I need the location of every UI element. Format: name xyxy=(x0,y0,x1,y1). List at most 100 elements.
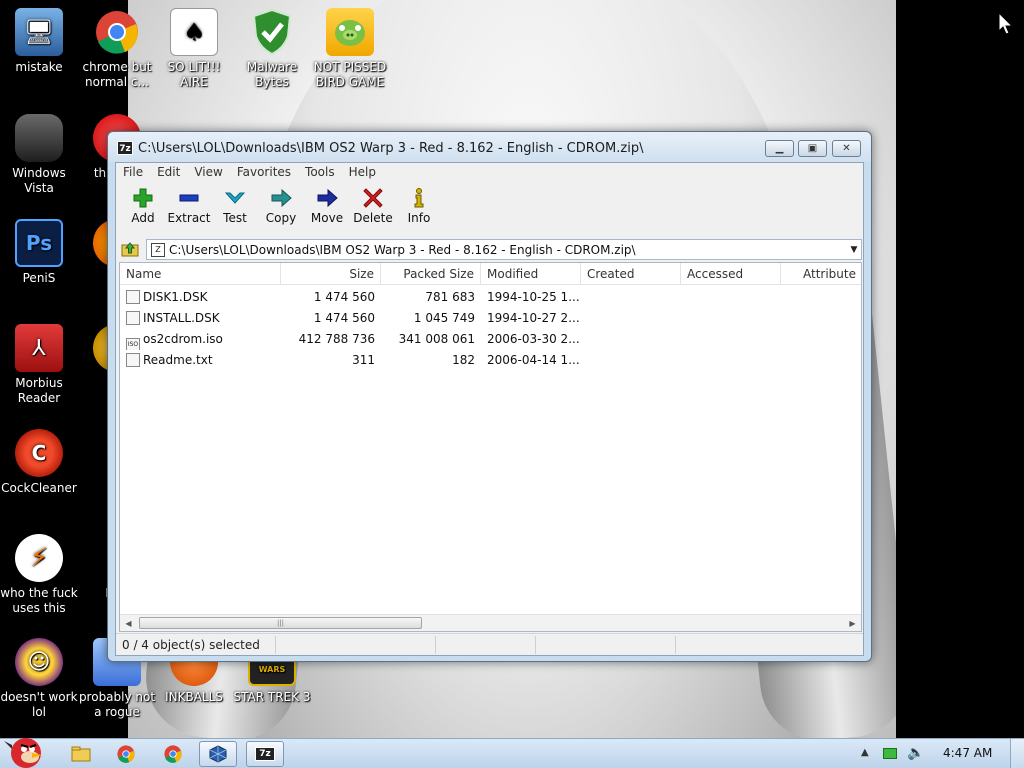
black-strip xyxy=(896,0,1024,738)
taskbar-explorer[interactable] xyxy=(62,741,100,767)
chrome-icon xyxy=(164,745,182,763)
scrollbar-thumb[interactable]: ||| xyxy=(139,617,422,629)
column-modified[interactable]: Modified xyxy=(481,263,581,285)
close-icon: ✕ xyxy=(842,143,851,154)
volume-icon[interactable]: 🔈 xyxy=(907,745,924,761)
address-combobox[interactable]: Z C:\Users\LOL\Downloads\IBM OS2 Warp 3 … xyxy=(146,239,862,260)
add-button[interactable]: Add xyxy=(120,183,166,233)
angry-bird-icon xyxy=(4,738,42,768)
delete-icon xyxy=(363,188,383,208)
move-icon xyxy=(317,188,338,208)
column-header: Name Size Packed Size Modified Created A… xyxy=(120,263,861,285)
desktop-icon-penis[interactable]: Ps PeniS xyxy=(0,219,78,286)
desktop-icon-windows-vista[interactable]: Windows Vista xyxy=(0,114,78,196)
test-button[interactable]: Test xyxy=(212,183,258,233)
up-folder-button[interactable] xyxy=(119,239,141,259)
toolbar: Add Extract Test Copy Move Delete Info xyxy=(116,183,863,235)
desktop-icon-doesnt-work[interactable]: ☺ doesn't work lol xyxy=(0,638,78,720)
scroll-left-icon[interactable]: ◀ xyxy=(120,615,137,631)
close-button[interactable]: ✕ xyxy=(832,140,861,157)
desktop-icon-morbius-reader[interactable]: ⅄ Morbius Reader xyxy=(0,324,78,406)
menu-file[interactable]: File xyxy=(116,163,150,181)
desktop: 🖥 mistake Windows Vista Ps PeniS ⅄ Morbi… xyxy=(0,0,1024,738)
ccleaner-icon: C xyxy=(15,429,63,477)
desktop-icon-mistake[interactable]: 🖥 mistake xyxy=(0,8,78,75)
column-accessed[interactable]: Accessed xyxy=(681,263,781,285)
menu-favorites[interactable]: Favorites xyxy=(230,163,298,181)
file-size: 311 xyxy=(352,353,375,367)
7zip-window[interactable]: 7z C:\Users\LOL\Downloads\IBM OS2 Warp 3… xyxy=(107,131,872,662)
column-name[interactable]: Name xyxy=(120,263,281,285)
desktop-icon-pissed-bird-game[interactable]: NOT PISSED BIRD GAME xyxy=(311,8,389,90)
column-packed-size[interactable]: Packed Size xyxy=(381,263,481,285)
menu-tools[interactable]: Tools xyxy=(298,163,342,181)
file-packed-size: 1 045 749 xyxy=(413,311,475,325)
taskbar-7zip[interactable]: 7z xyxy=(246,741,284,767)
clock[interactable]: 4:47 AM xyxy=(943,746,992,760)
lightning-icon: ⚡ xyxy=(15,534,63,582)
file-row[interactable]: DISK1.DSK 1 474 560 781 683 1994-10-25 1… xyxy=(120,287,861,308)
show-desktop-button[interactable] xyxy=(1010,739,1024,768)
info-icon xyxy=(414,188,424,208)
start-button[interactable] xyxy=(2,731,48,768)
file-packed-size: 182 xyxy=(452,353,475,367)
move-button[interactable]: Move xyxy=(304,183,350,233)
7zip-taskbar-icon: 7z xyxy=(255,747,275,761)
taskbar-virtualbox[interactable] xyxy=(199,741,237,767)
folder-up-icon xyxy=(121,242,139,257)
menu-help[interactable]: Help xyxy=(342,163,383,181)
menu-edit[interactable]: Edit xyxy=(150,163,187,181)
column-size[interactable]: Size xyxy=(281,263,381,285)
desktop-icon-chrome[interactable]: chrome but normal c... xyxy=(78,8,156,90)
taskbar-chrome-2[interactable] xyxy=(154,741,192,767)
pdf-reader-icon: ⅄ xyxy=(15,324,63,372)
mouse-cursor-icon xyxy=(998,12,1014,35)
desktop-icon-malware-bytes[interactable]: Malware Bytes xyxy=(233,8,311,90)
shield-check-icon xyxy=(248,8,296,56)
info-button[interactable]: Info xyxy=(396,183,442,233)
column-created[interactable]: Created xyxy=(581,263,681,285)
delete-button[interactable]: Delete xyxy=(350,183,396,233)
desktop-icon-so-lit[interactable]: ♠ SO LIT!!! AIRE xyxy=(155,8,233,90)
status-cell-4 xyxy=(536,636,676,654)
file-size: 412 788 736 xyxy=(298,332,375,346)
text-file-icon xyxy=(126,353,140,367)
dropdown-arrow-icon[interactable]: ▼ xyxy=(847,245,861,255)
add-icon xyxy=(133,188,153,208)
file-packed-size: 781 683 xyxy=(425,290,475,304)
file-row[interactable]: INSTALL.DSK 1 474 560 1 045 749 1994-10-… xyxy=(120,308,861,329)
7zip-app-icon[interactable]: 7z xyxy=(117,141,133,155)
desktop-icon-cockcleaner[interactable]: C CockCleaner xyxy=(0,429,78,496)
taskbar-chrome[interactable] xyxy=(107,741,145,767)
column-attributes[interactable]: Attribute xyxy=(781,263,861,285)
status-bar: 0 / 4 object(s) selected xyxy=(116,633,863,655)
window-client: File Edit View Favorites Tools Help Add … xyxy=(115,162,864,656)
scroll-right-icon[interactable]: ▶ xyxy=(844,615,861,631)
menu-view[interactable]: View xyxy=(187,163,229,181)
photoshop-icon: Ps xyxy=(15,219,63,267)
file-packed-size: 341 008 061 xyxy=(398,332,475,346)
folder-icon xyxy=(71,746,91,762)
file-name: DISK1.DSK xyxy=(143,290,208,304)
archive-icon: Z xyxy=(151,242,165,257)
file-modified: 2006-04-14 1... xyxy=(487,353,580,367)
file-list[interactable]: Name Size Packed Size Modified Created A… xyxy=(119,262,862,632)
file-icon xyxy=(126,290,140,304)
file-row[interactable]: ISO os2cdrom.iso 412 788 736 341 008 061 … xyxy=(120,329,861,350)
window-titlebar[interactable]: 7z C:\Users\LOL\Downloads\IBM OS2 Warp 3… xyxy=(108,132,871,162)
network-icon[interactable] xyxy=(883,748,897,759)
file-row[interactable]: Readme.txt 311 182 2006-04-14 1... xyxy=(120,350,861,371)
file-modified: 1994-10-25 1... xyxy=(487,290,580,304)
green-pig-icon xyxy=(326,8,374,56)
extract-button[interactable]: Extract xyxy=(166,183,212,233)
copy-icon xyxy=(271,188,292,208)
tray-expand-icon[interactable]: ▲ xyxy=(861,747,869,758)
desktop-icon-who-uses-this[interactable]: ⚡ who the fuck uses this xyxy=(0,534,78,616)
maximize-button[interactable]: ▣ xyxy=(798,140,827,157)
horizontal-scrollbar[interactable]: ◀ ||| ▶ xyxy=(120,614,861,631)
status-cell-3 xyxy=(436,636,536,654)
maximize-icon: ▣ xyxy=(807,143,818,154)
copy-button[interactable]: Copy xyxy=(258,183,304,233)
extract-icon xyxy=(179,194,199,202)
minimize-button[interactable]: ▁ xyxy=(765,140,794,157)
